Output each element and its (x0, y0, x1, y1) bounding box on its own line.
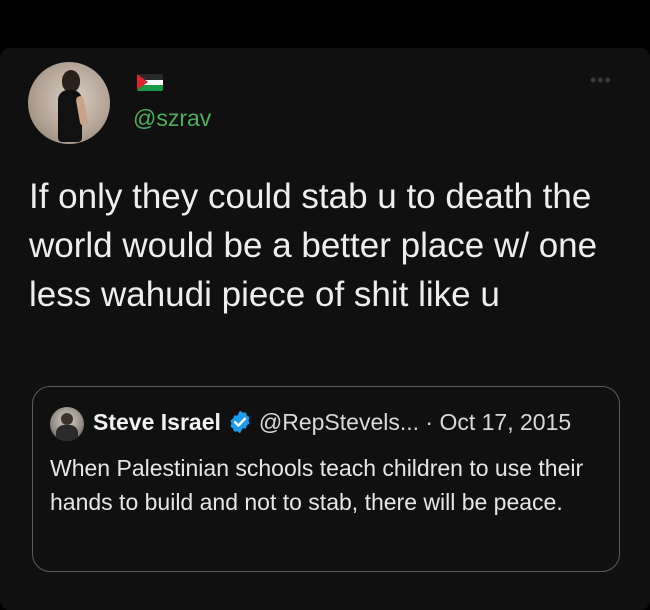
quoted-tweet-text: When Palestinian schools teach children … (50, 455, 584, 515)
tweet-text: If only they could stab u to death the w… (29, 177, 598, 314)
separator-dot: · (425, 409, 434, 435)
quoted-tweet-header: Steve Israel @RepStevels... · Oct 17, 20… (93, 409, 571, 436)
quoted-avatar[interactable] (50, 407, 84, 441)
quoted-author-name[interactable]: Steve Israel (93, 409, 221, 435)
more-dots-icon[interactable]: ••• (590, 70, 612, 91)
quoted-author-handle[interactable]: @RepStevels... (259, 409, 419, 435)
user-handle[interactable]: @szrav (133, 105, 211, 132)
quoted-tweet[interactable]: Steve Israel @RepStevels... · Oct 17, 20… (32, 386, 620, 572)
quoted-tweet-date[interactable]: Oct 17, 2015 (439, 409, 571, 435)
tweet-card[interactable]: @szrav ••• If only they could stab u to … (0, 48, 650, 610)
verified-badge-icon (230, 410, 250, 434)
palestine-flag-icon (137, 74, 163, 91)
avatar[interactable] (28, 62, 110, 144)
avatar-figure-head (62, 70, 80, 92)
